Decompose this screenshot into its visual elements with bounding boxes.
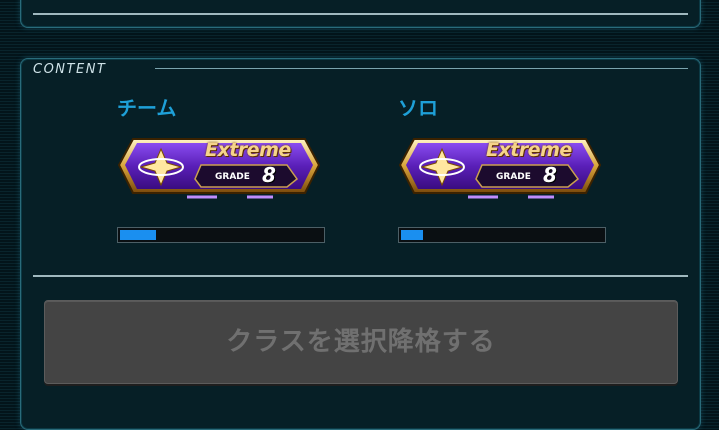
section-title: CONTENT (33, 62, 107, 77)
badge-grade-label: GRADE (496, 172, 531, 182)
select-demote-class-button[interactable]: クラスを選択降格する (44, 300, 678, 384)
content-panel: CONTENT チーム Extreme GRADE 8 ソロ Extreme G… (20, 58, 701, 430)
badge-title: Extreme (205, 139, 291, 161)
content-divider (33, 275, 688, 277)
mode-team-label: チーム (117, 96, 177, 120)
section-title-rule (155, 68, 688, 69)
badge-title: Extreme (486, 139, 572, 161)
top-panel (20, 0, 701, 28)
solo-rank-badge[interactable]: Extreme GRADE 8 (398, 135, 602, 205)
team-progress-fill (120, 230, 157, 240)
team-rank-badge[interactable]: Extreme GRADE 8 (117, 135, 321, 205)
mode-solo-label: ソロ (398, 96, 438, 120)
badge-grade-number: 8 (543, 163, 557, 187)
mode-solo: ソロ Extreme GRADE 8 (398, 95, 608, 243)
team-progress-bar (117, 227, 325, 243)
mode-team: チーム Extreme GRADE 8 (117, 95, 327, 243)
badge-grade-label: GRADE (215, 172, 250, 182)
top-panel-divider (33, 13, 688, 15)
solo-progress-bar (398, 227, 606, 243)
badge-grade-number: 8 (262, 163, 276, 187)
solo-progress-fill (401, 230, 424, 240)
